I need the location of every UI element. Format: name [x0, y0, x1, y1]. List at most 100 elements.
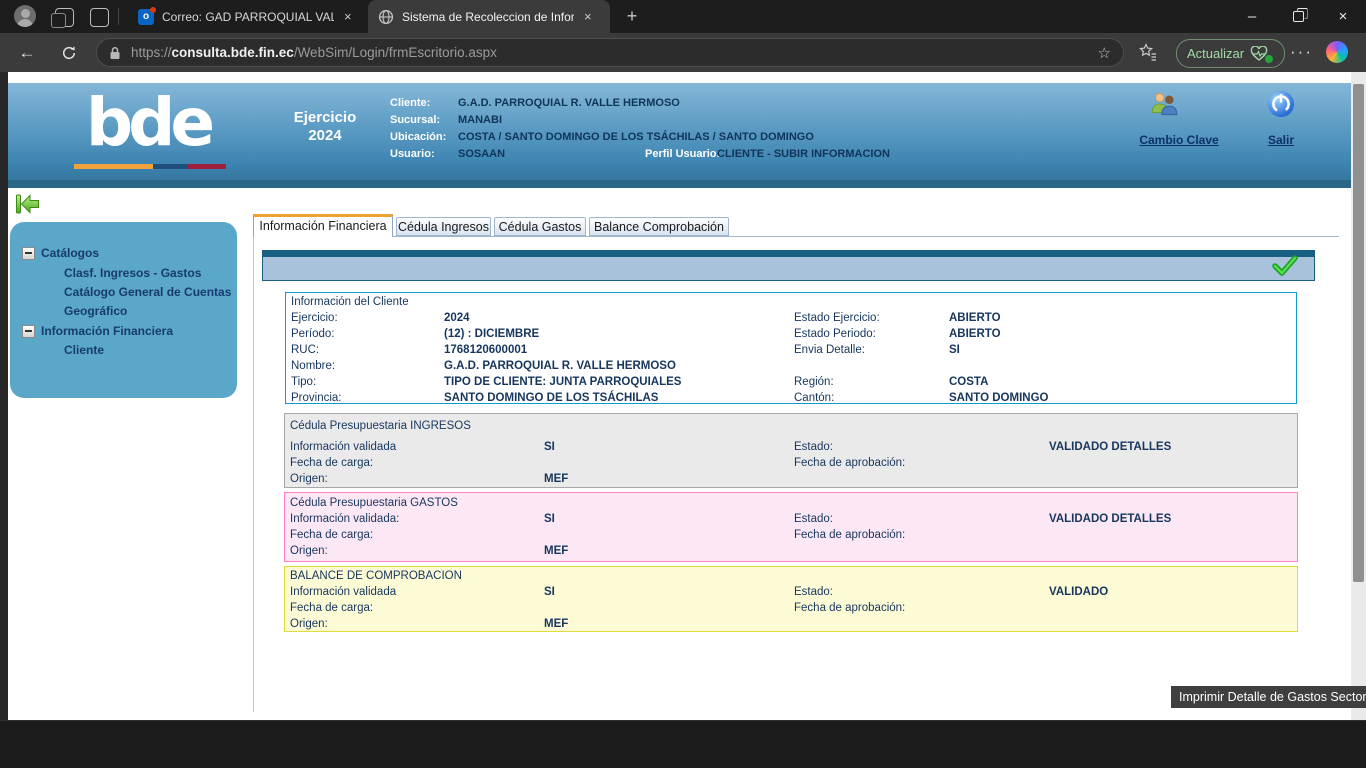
salir-link[interactable]: Salir: [1251, 133, 1311, 147]
fecha-aprobacion-label: Fecha de aprobación:: [794, 457, 905, 469]
favorites-hub-icon[interactable]: [1138, 42, 1158, 62]
validada-label: Información validada: [290, 586, 396, 598]
window-close-button[interactable]: ×: [1320, 0, 1366, 33]
provincia-label: Provincia:: [291, 392, 342, 404]
periodo-label: Período:: [291, 328, 334, 340]
panel-title: Cédula Presupuestaria GASTOS: [290, 497, 458, 509]
tipo-value: TIPO DE CLIENTE: JUNTA PARROQUIALES: [444, 376, 681, 388]
page-left-edge: [0, 72, 8, 720]
origen-label: Origen:: [290, 618, 328, 630]
window-restore-button[interactable]: [1275, 0, 1321, 33]
tab-balance-comprobacion[interactable]: Balance Comprobación: [589, 217, 729, 236]
sidebar-item-label: Cliente: [64, 343, 104, 357]
browser-tab-sistema[interactable]: Sistema de Recoleccion de Inform ×: [368, 0, 610, 33]
cambio-clave-link[interactable]: Cambio Clave: [1114, 133, 1244, 147]
estado-value: VALIDADO DETALLES: [1049, 441, 1171, 453]
estado-periodo-label: Estado Periodo:: [794, 328, 876, 340]
tree-collapse-icon[interactable]: [22, 325, 35, 338]
bde-logo-underline: [74, 164, 226, 169]
status-bar: [262, 250, 1315, 281]
ejercicio-label: Ejercicio: [260, 109, 390, 127]
sidebar-item-label: Geográfico: [64, 304, 127, 318]
new-tab-button[interactable]: +: [620, 4, 644, 28]
screen: o Correo: GAD PARROQUIAL VALLE × Sistema…: [0, 0, 1366, 768]
estado-label: Estado:: [794, 586, 833, 598]
bde-logo: bde: [60, 83, 236, 161]
origen-value: MEF: [544, 618, 568, 630]
collapse-sidebar-icon[interactable]: [14, 192, 41, 216]
ubicacion-label: Ubicación:: [390, 131, 446, 143]
estado-ejercicio-value: ABIERTO: [949, 312, 1001, 324]
tab-actions-icon[interactable]: [90, 8, 109, 27]
browser-toolbar: ← https://consulta.bde.fin.ec/WebSim/Log…: [0, 33, 1366, 72]
validada-label: Información validada: [290, 441, 396, 453]
ejercicio-block: Ejercicio 2024: [260, 109, 390, 145]
usuario-value: SOSAAN: [458, 148, 505, 160]
perfil-label: Perfil Usuario:: [645, 148, 720, 160]
tipo-label: Tipo:: [291, 376, 316, 388]
browser-menu-button[interactable]: ···: [1290, 38, 1313, 66]
provincia-value: SANTO DOMINGO DE LOS TSÁCHILAS: [444, 392, 658, 404]
validada-value: SI: [544, 513, 555, 525]
cambio-clave-icon[interactable]: [1148, 91, 1180, 117]
estado-label: Estado:: [794, 441, 833, 453]
refresh-button[interactable]: [56, 40, 82, 66]
tab-baseline: [253, 236, 1339, 237]
estado-value: VALIDADO: [1049, 586, 1108, 598]
ubicacion-value: COSTA / SANTO DOMINGO DE LOS TSÁCHILAS /…: [458, 131, 814, 143]
estado-periodo-value: ABIERTO: [949, 328, 1001, 340]
ejercicio-label: Ejercicio:: [291, 312, 338, 324]
tab-close-icon[interactable]: ×: [344, 10, 352, 23]
copilot-icon[interactable]: [1326, 41, 1348, 63]
origen-label: Origen:: [290, 473, 328, 485]
validada-value: SI: [544, 441, 555, 453]
estado-label: Estado:: [794, 513, 833, 525]
sucursal-value: MANABI: [458, 114, 502, 126]
browser-profile-avatar[interactable]: [14, 5, 36, 27]
fecha-carga-label: Fecha de carga:: [290, 457, 373, 469]
nombre-label: Nombre:: [291, 360, 335, 372]
envia-detalle-label: Envia Detalle:: [794, 344, 865, 356]
panel-title: BALANCE DE COMPROBACION: [290, 570, 462, 582]
tab-cedula-ingresos[interactable]: Cédula Ingresos: [396, 217, 491, 236]
tree-collapse-icon[interactable]: [22, 247, 35, 260]
canton-label: Cantón:: [794, 392, 834, 404]
periodo-value: (12) : DICIEMBRE: [444, 328, 539, 340]
window-minimize-button[interactable]: –: [1229, 0, 1275, 33]
favorite-star-icon[interactable]: ☆: [1098, 44, 1111, 62]
region-value: COSTA: [949, 376, 988, 388]
panel-informacion-cliente: Información del Cliente Ejercicio: 2024 …: [285, 292, 1297, 404]
perfil-value: CLIENTE - SUBIR INFORMACION: [717, 148, 890, 160]
sidebar-item-catalogos[interactable]: Catálogos: [22, 246, 99, 260]
actualizar-button[interactable]: Actualizar: [1176, 39, 1285, 68]
page-scrollbar[interactable]: [1351, 72, 1366, 720]
refresh-icon: [61, 45, 77, 61]
browser-tab-correo[interactable]: o Correo: GAD PARROQUIAL VALLE ×: [128, 0, 366, 33]
workspaces-icon[interactable]: [55, 8, 74, 27]
success-check-icon: [1272, 255, 1298, 277]
scrollbar-thumb[interactable]: [1353, 84, 1364, 582]
validada-label: Información validada:: [290, 513, 399, 525]
back-button[interactable]: ←: [14, 40, 40, 66]
fecha-carga-label: Fecha de carga:: [290, 529, 373, 541]
tab-informacion-financiera[interactable]: Información Financiera: [253, 214, 393, 237]
sidebar-item-clasf-ingresos-gastos[interactable]: Clasf. Ingresos - Gastos: [64, 266, 201, 280]
panel-title: Cédula Presupuestaria INGRESOS: [290, 420, 471, 432]
region-label: Región:: [794, 376, 834, 388]
estado-ejercicio-label: Estado Ejercicio:: [794, 312, 880, 324]
sidebar-item-cliente[interactable]: Cliente: [64, 343, 104, 357]
sidebar-item-label: Catálogo General de Cuentas: [64, 285, 231, 299]
sidebar-item-geografico[interactable]: Geográfico: [64, 304, 127, 318]
address-bar[interactable]: https://consulta.bde.fin.ec/WebSim/Login…: [96, 38, 1124, 67]
tab-close-icon[interactable]: ×: [584, 10, 592, 23]
envia-detalle-value: SI: [949, 344, 960, 356]
sidebar-item-catalogo-general-cuentas[interactable]: Catálogo General de Cuentas: [64, 285, 231, 299]
browser-tab-title: Sistema de Recoleccion de Inform: [402, 10, 574, 24]
sidebar-item-informacion-financiera[interactable]: Información Financiera: [22, 324, 173, 338]
origen-value: MEF: [544, 473, 568, 485]
tab-cedula-gastos[interactable]: Cédula Gastos: [494, 217, 586, 236]
essentials-badge: [1264, 54, 1274, 64]
salir-icon[interactable]: [1266, 89, 1296, 119]
panel-cedula-gastos: Cédula Presupuestaria GASTOS Información…: [284, 492, 1298, 562]
outlook-favicon: o: [138, 9, 154, 25]
